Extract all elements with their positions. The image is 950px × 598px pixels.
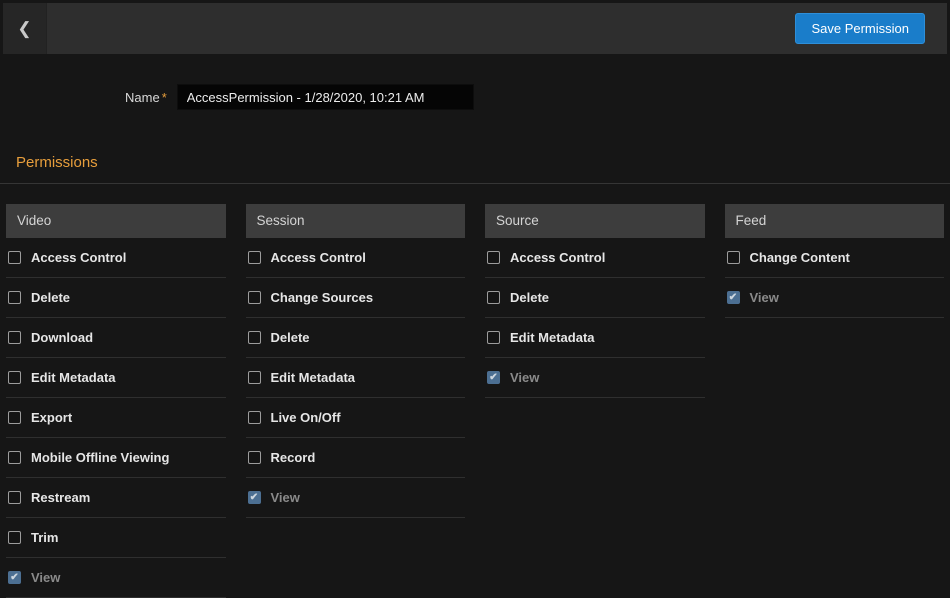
permission-group-source: Source Access Control Delete Edit Metadata V… bbox=[485, 204, 705, 398]
checkbox-unchecked[interactable] bbox=[487, 251, 500, 264]
checkbox-checked[interactable] bbox=[727, 291, 740, 304]
permission-row[interactable]: Restream bbox=[6, 478, 226, 518]
permission-label: Change Sources bbox=[271, 290, 374, 305]
permission-row[interactable]: Edit Metadata bbox=[246, 358, 466, 398]
name-row: Name* bbox=[0, 84, 950, 110]
back-button[interactable]: ❮ bbox=[3, 3, 47, 54]
permission-row[interactable]: Delete bbox=[6, 278, 226, 318]
checkbox-unchecked[interactable] bbox=[8, 491, 21, 504]
checkbox-unchecked[interactable] bbox=[248, 331, 261, 344]
permission-label: Edit Metadata bbox=[31, 370, 116, 385]
permission-label: Edit Metadata bbox=[510, 330, 595, 345]
permission-row[interactable]: Export bbox=[6, 398, 226, 438]
permission-label: Delete bbox=[510, 290, 549, 305]
permission-row[interactable]: Download bbox=[6, 318, 226, 358]
permission-row[interactable]: View bbox=[246, 478, 466, 518]
permission-label: Record bbox=[271, 450, 316, 465]
permission-row[interactable]: Mobile Offline Viewing bbox=[6, 438, 226, 478]
permission-label: Access Control bbox=[510, 250, 605, 265]
checkbox-unchecked[interactable] bbox=[248, 291, 261, 304]
checkbox-unchecked[interactable] bbox=[8, 451, 21, 464]
checkbox-unchecked[interactable] bbox=[487, 331, 500, 344]
group-header: Video bbox=[6, 204, 226, 238]
permission-row[interactable]: View bbox=[6, 558, 226, 598]
permission-row[interactable]: View bbox=[485, 358, 705, 398]
checkbox-checked[interactable] bbox=[8, 571, 21, 584]
permission-label: Edit Metadata bbox=[271, 370, 356, 385]
group-header: Feed bbox=[725, 204, 945, 238]
permission-label: Export bbox=[31, 410, 72, 425]
checkbox-checked[interactable] bbox=[248, 491, 261, 504]
permission-label: Delete bbox=[271, 330, 310, 345]
permission-group-session: Session Access Control Change Sources Delet… bbox=[246, 204, 466, 518]
checkbox-unchecked[interactable] bbox=[8, 371, 21, 384]
permission-label: Change Content bbox=[750, 250, 850, 265]
checkbox-unchecked[interactable] bbox=[8, 531, 21, 544]
checkbox-unchecked[interactable] bbox=[8, 251, 21, 264]
permission-row[interactable]: Access Control bbox=[246, 238, 466, 278]
permission-row[interactable]: Trim bbox=[6, 518, 226, 558]
permission-label: Access Control bbox=[31, 250, 126, 265]
checkbox-unchecked[interactable] bbox=[248, 371, 261, 384]
save-permission-button[interactable]: Save Permission bbox=[795, 13, 925, 44]
permission-row[interactable]: Access Control bbox=[6, 238, 226, 278]
permission-row[interactable]: Edit Metadata bbox=[6, 358, 226, 398]
group-header: Source bbox=[485, 204, 705, 238]
permission-row[interactable]: Change Sources bbox=[246, 278, 466, 318]
permission-label: View bbox=[750, 290, 779, 305]
top-bar: ❮ Save Permission bbox=[3, 3, 947, 54]
name-label-text: Name bbox=[125, 90, 160, 105]
name-input[interactable] bbox=[177, 84, 474, 110]
permission-row[interactable]: Edit Metadata bbox=[485, 318, 705, 358]
checkbox-checked[interactable] bbox=[487, 371, 500, 384]
permission-row[interactable]: Delete bbox=[485, 278, 705, 318]
permission-label: Trim bbox=[31, 530, 58, 545]
checkbox-unchecked[interactable] bbox=[8, 331, 21, 344]
permission-label: Restream bbox=[31, 490, 90, 505]
checkbox-unchecked[interactable] bbox=[248, 251, 261, 264]
permission-label: Live On/Off bbox=[271, 410, 341, 425]
permission-label: Download bbox=[31, 330, 93, 345]
checkbox-unchecked[interactable] bbox=[487, 291, 500, 304]
group-header: Session bbox=[246, 204, 466, 238]
permission-label: Access Control bbox=[271, 250, 366, 265]
name-label: Name* bbox=[125, 90, 167, 105]
permission-row[interactable]: Change Content bbox=[725, 238, 945, 278]
permission-label: View bbox=[31, 570, 60, 585]
checkbox-unchecked[interactable] bbox=[248, 451, 261, 464]
checkbox-unchecked[interactable] bbox=[8, 291, 21, 304]
checkbox-unchecked[interactable] bbox=[8, 411, 21, 424]
permission-label: Mobile Offline Viewing bbox=[31, 450, 169, 465]
chevron-left-icon: ❮ bbox=[17, 19, 31, 39]
permission-row[interactable]: Live On/Off bbox=[246, 398, 466, 438]
permissions-columns: Video Access Control Delete Download Edit Me… bbox=[0, 184, 950, 598]
checkbox-unchecked[interactable] bbox=[248, 411, 261, 424]
permission-group-video: Video Access Control Delete Download Edit Me… bbox=[6, 204, 226, 598]
permission-label: View bbox=[271, 490, 300, 505]
permission-row[interactable]: View bbox=[725, 278, 945, 318]
permission-label: View bbox=[510, 370, 539, 385]
permission-row[interactable]: Access Control bbox=[485, 238, 705, 278]
checkbox-unchecked[interactable] bbox=[727, 251, 740, 264]
required-asterisk: * bbox=[162, 90, 167, 105]
permission-row[interactable]: Delete bbox=[246, 318, 466, 358]
permission-group-feed: Feed Change Content View bbox=[725, 204, 945, 318]
permission-row[interactable]: Record bbox=[246, 438, 466, 478]
permission-label: Delete bbox=[31, 290, 70, 305]
permissions-heading: Permissions bbox=[16, 154, 950, 171]
